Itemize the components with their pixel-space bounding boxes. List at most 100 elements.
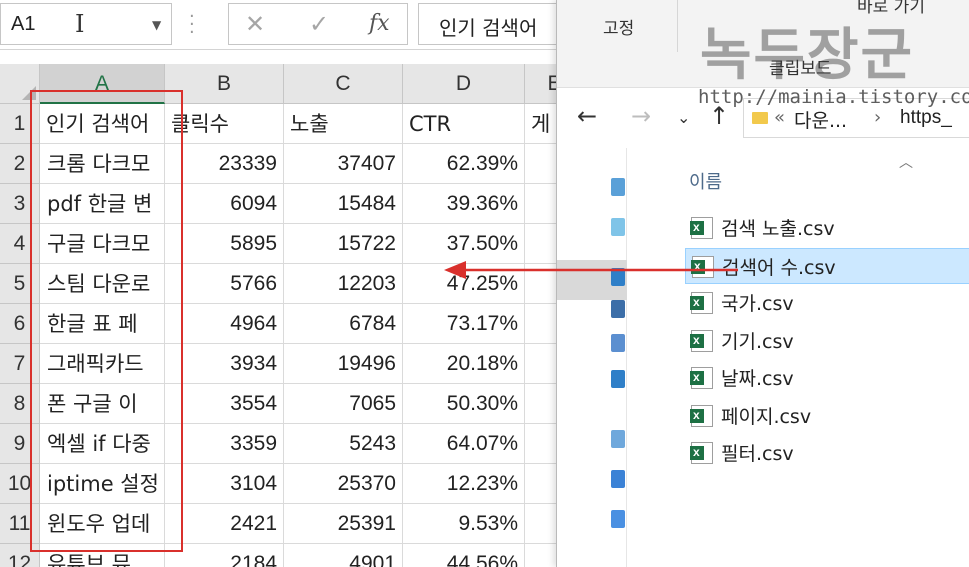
table-cell[interactable]: 12203: [284, 264, 403, 304]
table-cell[interactable]: [525, 304, 560, 344]
column-header-d[interactable]: D: [403, 64, 525, 104]
table-cell[interactable]: 39.36%: [403, 184, 525, 224]
drive-icon[interactable]: [611, 218, 625, 236]
table-cell[interactable]: 12.23%: [403, 464, 525, 504]
table-cell[interactable]: [525, 424, 560, 464]
documents-icon[interactable]: [611, 334, 625, 352]
chevron-right-icon[interactable]: ›: [874, 107, 881, 128]
cancel-icon[interactable]: ✕: [245, 10, 265, 38]
breadcrumb-downloads[interactable]: 다운...: [794, 106, 847, 133]
name-box[interactable]: A1 I ▼: [0, 3, 172, 45]
row-header-1[interactable]: 1: [0, 104, 40, 144]
downloads-icon[interactable]: [611, 268, 625, 286]
table-cell[interactable]: 47.25%: [403, 264, 525, 304]
header-cell[interactable]: 클릭수: [165, 104, 284, 144]
table-cell[interactable]: 25391: [284, 504, 403, 544]
table-cell[interactable]: 15722: [284, 224, 403, 264]
row-header-4[interactable]: 4: [0, 224, 40, 264]
file-item[interactable]: 필터.csv: [685, 435, 969, 471]
row-header-7[interactable]: 7: [0, 344, 40, 384]
table-cell[interactable]: 윈도우 업데: [40, 504, 165, 544]
table-cell[interactable]: 44.56%: [403, 544, 525, 567]
table-cell[interactable]: 엑셀 if 다중: [40, 424, 165, 464]
table-cell[interactable]: [525, 144, 560, 184]
table-cell[interactable]: 6094: [165, 184, 284, 224]
row-header-9[interactable]: 9: [0, 424, 40, 464]
forward-icon[interactable]: →: [631, 102, 651, 130]
up-icon[interactable]: ↑: [709, 102, 729, 130]
column-header-a[interactable]: A: [40, 64, 165, 104]
row-header-5[interactable]: 5: [0, 264, 40, 304]
table-cell[interactable]: 25370: [284, 464, 403, 504]
table-cell[interactable]: [525, 384, 560, 424]
videos-icon[interactable]: [611, 300, 625, 318]
table-cell[interactable]: 7065: [284, 384, 403, 424]
address-bar[interactable]: « 다운... › https_: [743, 98, 969, 138]
table-cell[interactable]: [525, 344, 560, 384]
row-header-12[interactable]: 12: [0, 544, 40, 567]
table-cell[interactable]: 2184: [165, 544, 284, 567]
recent-locations-icon[interactable]: ⌄: [677, 108, 690, 127]
overflow-icon[interactable]: «: [774, 107, 785, 128]
table-cell[interactable]: 그래픽카드: [40, 344, 165, 384]
table-cell[interactable]: 3554: [165, 384, 284, 424]
header-cell[interactable]: 인기 검색어: [40, 104, 165, 144]
column-header-c[interactable]: C: [284, 64, 403, 104]
table-cell[interactable]: 크롬 다크모: [40, 144, 165, 184]
header-cell[interactable]: CTR: [403, 104, 525, 144]
paste-shortcut-button[interactable]: 바로 가기: [857, 0, 925, 17]
file-item[interactable]: 페이지.csv: [685, 398, 969, 434]
table-cell[interactable]: 50.30%: [403, 384, 525, 424]
table-cell[interactable]: 19496: [284, 344, 403, 384]
windows-drive-icon[interactable]: [611, 510, 625, 528]
back-icon[interactable]: ←: [577, 102, 597, 130]
file-item[interactable]: 날짜.csv: [685, 360, 969, 396]
formula-input[interactable]: 인기 검색어: [418, 3, 560, 45]
table-cell[interactable]: 37407: [284, 144, 403, 184]
table-cell[interactable]: 한글 표 페: [40, 304, 165, 344]
table-cell[interactable]: 유튜브 뮤: [40, 544, 165, 567]
table-cell[interactable]: 스팀 다운로: [40, 264, 165, 304]
table-cell[interactable]: 5766: [165, 264, 284, 304]
table-cell[interactable]: [525, 504, 560, 544]
table-cell[interactable]: 9.53%: [403, 504, 525, 544]
this-pc-icon[interactable]: [611, 178, 625, 196]
table-cell[interactable]: iptime 설정: [40, 464, 165, 504]
pin-to-quick-access-button[interactable]: 고정: [603, 14, 634, 39]
table-cell[interactable]: [525, 264, 560, 304]
table-cell[interactable]: [525, 184, 560, 224]
table-cell[interactable]: 2421: [165, 504, 284, 544]
file-item[interactable]: 검색어 수.csv: [685, 247, 969, 284]
table-cell[interactable]: [525, 464, 560, 504]
table-cell[interactable]: 3934: [165, 344, 284, 384]
table-cell[interactable]: 73.17%: [403, 304, 525, 344]
column-header-e[interactable]: E: [525, 64, 560, 104]
table-cell[interactable]: 4901: [284, 544, 403, 567]
pictures-icon[interactable]: [611, 430, 625, 448]
column-header-b[interactable]: B: [165, 64, 284, 104]
header-cell[interactable]: 게: [525, 104, 560, 144]
row-header-10[interactable]: 10: [0, 464, 40, 504]
table-cell[interactable]: 62.39%: [403, 144, 525, 184]
row-header-8[interactable]: 8: [0, 384, 40, 424]
table-cell[interactable]: 4964: [165, 304, 284, 344]
row-header-11[interactable]: 11: [0, 504, 40, 544]
row-header-2[interactable]: 2: [0, 144, 40, 184]
row-header-3[interactable]: 3: [0, 184, 40, 224]
table-cell[interactable]: 3359: [165, 424, 284, 464]
file-item[interactable]: 국가.csv: [685, 285, 969, 321]
table-cell[interactable]: [525, 224, 560, 264]
table-cell[interactable]: 23339: [165, 144, 284, 184]
breadcrumb-https[interactable]: https_: [900, 107, 952, 129]
music-icon[interactable]: [611, 470, 625, 488]
grip-icon[interactable]: · · ·: [189, 8, 196, 42]
row-header-6[interactable]: 6: [0, 304, 40, 344]
select-all-button[interactable]: [0, 64, 40, 104]
enter-icon[interactable]: ✓: [309, 10, 329, 38]
table-cell[interactable]: 20.18%: [403, 344, 525, 384]
insert-function-button[interactable]: fx: [369, 11, 390, 36]
table-cell[interactable]: 3104: [165, 464, 284, 504]
header-cell[interactable]: 노출: [284, 104, 403, 144]
table-cell[interactable]: 6784: [284, 304, 403, 344]
table-cell[interactable]: 15484: [284, 184, 403, 224]
